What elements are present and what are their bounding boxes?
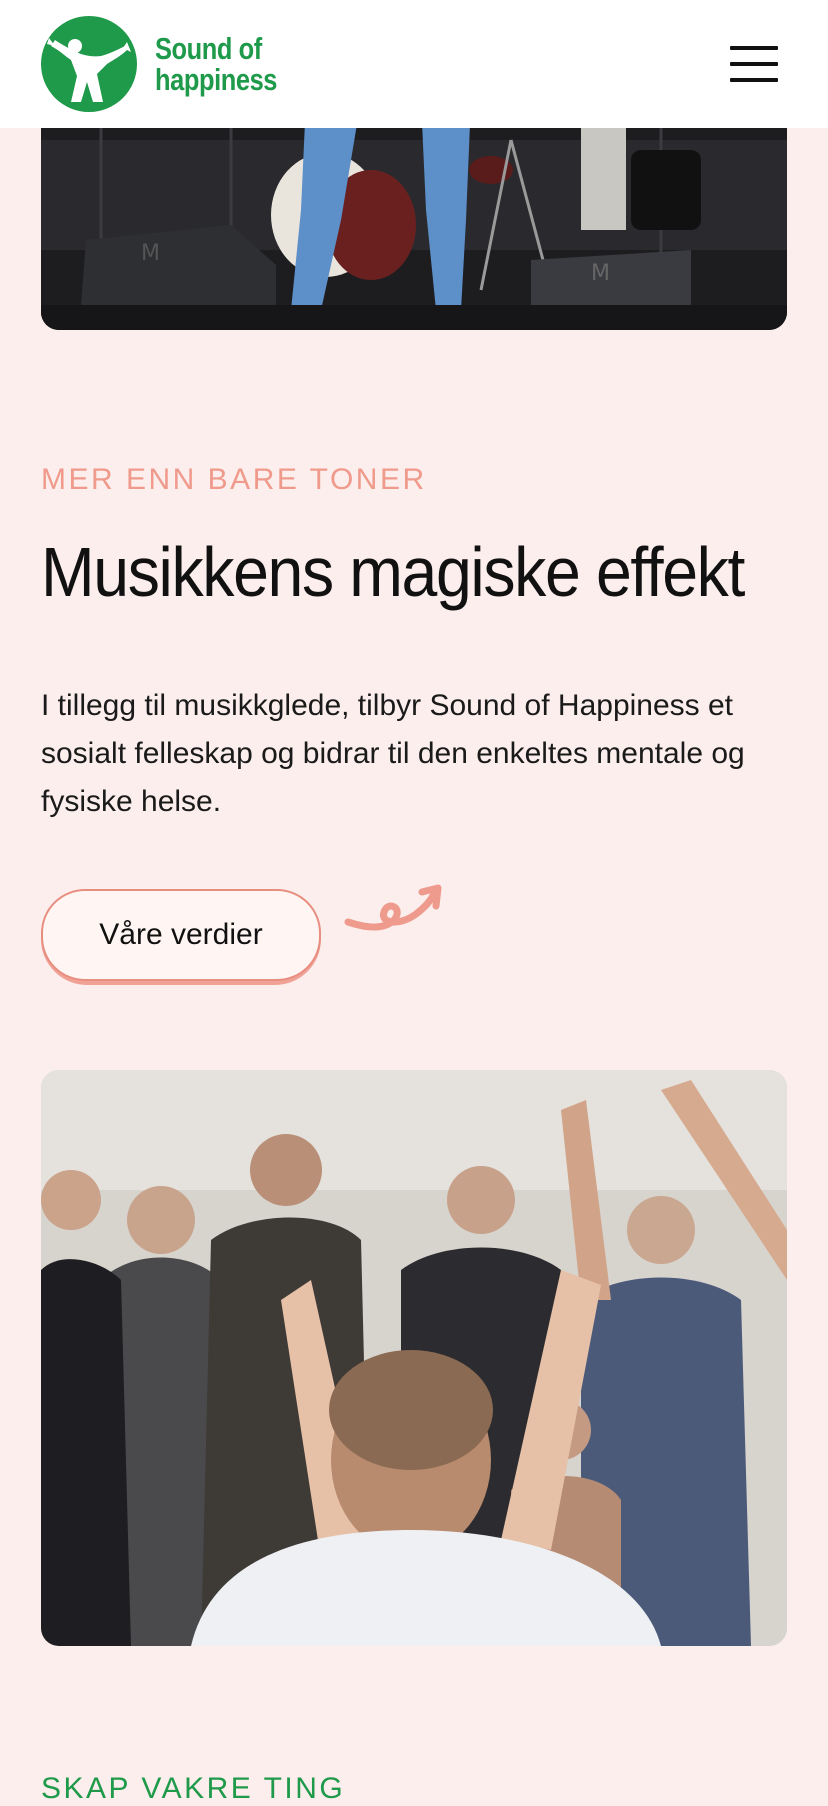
hamburger-menu-icon[interactable]	[730, 44, 780, 84]
values-button-label: Våre verdier	[41, 889, 321, 981]
section-body: I tillegg til musikkglede, tilbyr Sound …	[41, 689, 745, 818]
section-eyebrow: MER ENN BARE TONER	[41, 463, 427, 496]
choir-photo	[41, 1070, 787, 1646]
section-title: Musikkens magiske effekt	[41, 533, 745, 611]
next-section-eyebrow: SKAP VAKRE TING	[41, 1772, 346, 1805]
site-header: Sound of happiness	[0, 0, 828, 128]
site-logo[interactable]: Sound of happiness	[41, 16, 304, 112]
logo-figure-icon	[41, 16, 137, 112]
logo-line-2: happiness	[155, 62, 278, 97]
logo-wordmark: Sound of happiness	[155, 33, 277, 95]
swirl-arrow-icon	[344, 884, 442, 931]
svg-text:M: M	[591, 261, 610, 286]
values-button[interactable]: Våre verdier	[41, 889, 321, 985]
logo-line-1: Sound of	[155, 31, 262, 66]
concert-stage-image: M M	[41, 100, 787, 330]
svg-text:M: M	[141, 241, 160, 266]
